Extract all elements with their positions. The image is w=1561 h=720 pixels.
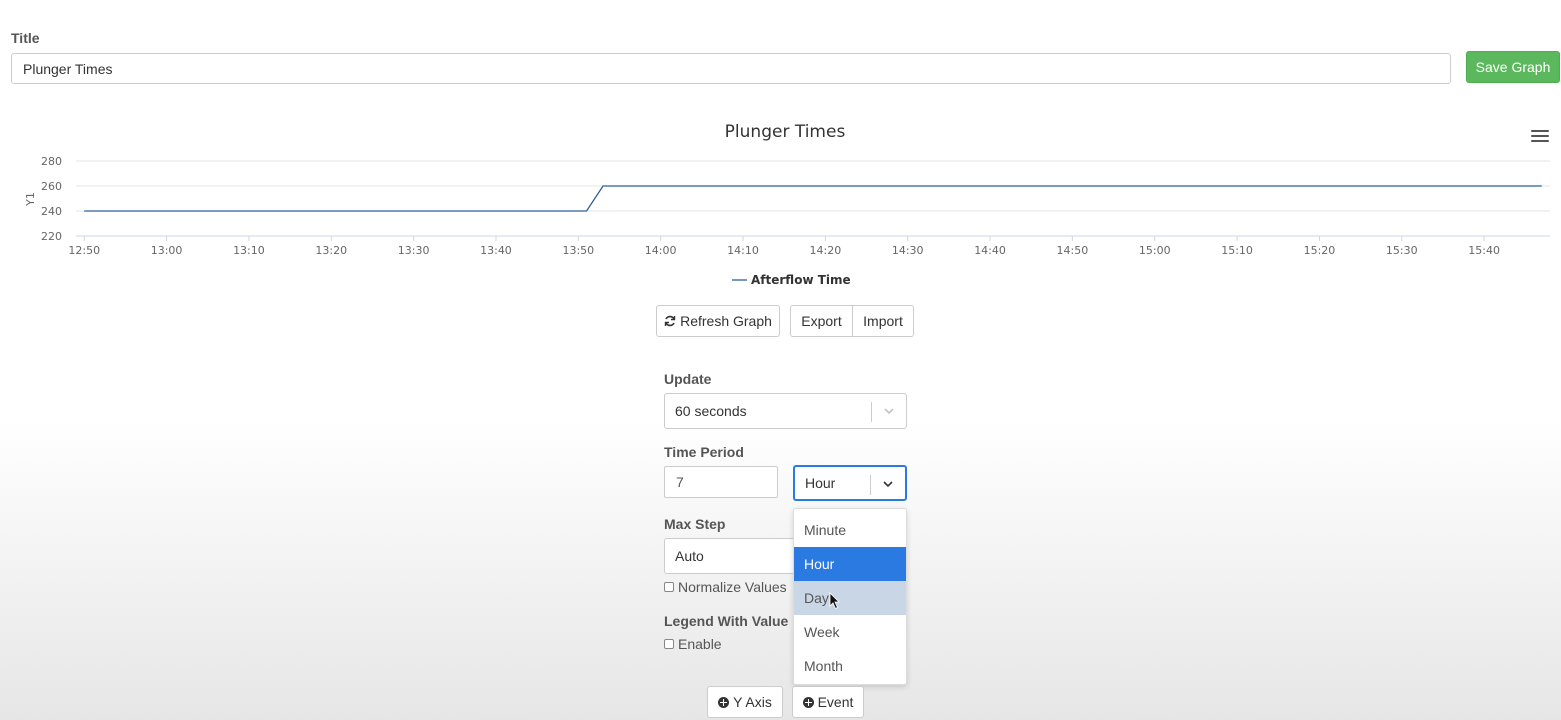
legend-label: Afterflow Time	[751, 273, 851, 287]
export-label: Export	[801, 313, 842, 329]
time-period-unit-value: Hour	[805, 475, 836, 491]
x-tick-label: 15:10	[1221, 244, 1253, 257]
normalize-values-checkbox[interactable]: Normalize Values	[664, 579, 787, 595]
normalize-values-label: Normalize Values	[678, 579, 787, 595]
y-axis-label: Y1	[24, 192, 37, 207]
time-period-label: Time Period	[664, 444, 744, 460]
x-tick-label: 13:40	[480, 244, 512, 257]
chevron-down-icon	[884, 408, 894, 415]
update-label: Update	[664, 371, 712, 387]
option-hour[interactable]: Hour	[794, 547, 906, 581]
x-tick-label: 14:10	[727, 244, 759, 257]
save-graph-button[interactable]: Save Graph	[1466, 51, 1560, 83]
update-value: 60 seconds	[675, 403, 747, 419]
legend-with-value-label: Legend With Value	[664, 613, 789, 629]
series-line-afterflow-time	[84, 185, 1542, 212]
max-step-label: Max Step	[664, 516, 726, 532]
chevron-down-icon	[883, 481, 893, 488]
time-period-dropdown-menu: Minute Hour Day Week Month	[793, 508, 907, 685]
line-chart: 220 240 260 280 Y1 12:50 13:00 13:10 13:20 13:30 1…	[24, 155, 1550, 287]
refresh-graph-label: Refresh Graph	[680, 313, 772, 329]
import-label: Import	[863, 313, 903, 329]
y-tick-label: 260	[41, 180, 62, 193]
x-tick-label: 15:40	[1468, 244, 1500, 257]
import-button[interactable]: Import	[852, 305, 914, 337]
plus-circle-icon	[802, 696, 814, 708]
x-tick-label: 14:50	[1057, 244, 1089, 257]
x-tick-label: 14:30	[892, 244, 924, 257]
plus-circle-icon	[718, 696, 730, 708]
max-step-value: Auto	[675, 548, 704, 564]
checkbox[interactable]	[664, 582, 674, 592]
x-tick-label: 13:20	[315, 244, 347, 257]
time-period-unit-select[interactable]: Hour	[793, 465, 907, 501]
enable-label: Enable	[678, 636, 722, 652]
legend-enable-checkbox[interactable]: Enable	[664, 636, 722, 652]
checkbox[interactable]	[664, 639, 674, 649]
export-button[interactable]: Export	[790, 305, 853, 337]
y-tick-label: 280	[41, 155, 62, 168]
hamburger-menu-icon[interactable]	[1531, 130, 1549, 144]
x-tick-label: 14:20	[810, 244, 842, 257]
title-input[interactable]	[11, 53, 1451, 84]
x-tick-label: 13:00	[151, 244, 183, 257]
x-tick-label: 13:30	[398, 244, 430, 257]
update-select[interactable]: 60 seconds	[664, 393, 907, 429]
x-tick-label: 13:50	[562, 244, 594, 257]
x-tick-label: 15:00	[1139, 244, 1171, 257]
refresh-graph-button[interactable]: Refresh Graph	[656, 305, 780, 337]
x-tick-label: 13:10	[233, 244, 265, 257]
x-tick-label: 14:40	[974, 244, 1006, 257]
option-week[interactable]: Week	[794, 615, 906, 649]
x-tick-label: 15:30	[1386, 244, 1418, 257]
title-label: Title	[11, 30, 40, 46]
chart-title: Plunger Times	[724, 122, 846, 142]
add-y-axis-button[interactable]: Y Axis	[707, 686, 783, 718]
refresh-icon	[664, 315, 676, 327]
option-day[interactable]: Day	[794, 581, 906, 615]
time-period-amount-input[interactable]: 7	[664, 466, 778, 498]
y-tick-label: 220	[41, 230, 62, 243]
y-axis-label: Y Axis	[733, 694, 772, 710]
x-tick-label: 12:50	[68, 244, 100, 257]
mouse-cursor-icon	[829, 592, 840, 610]
x-tick-label: 14:00	[645, 244, 677, 257]
option-month[interactable]: Month	[794, 649, 906, 683]
option-minute[interactable]: Minute	[794, 513, 906, 547]
x-tick-label: 15:20	[1304, 244, 1336, 257]
add-event-button[interactable]: Event	[792, 686, 864, 718]
event-label: Event	[817, 694, 854, 710]
y-tick-label: 240	[41, 205, 62, 218]
